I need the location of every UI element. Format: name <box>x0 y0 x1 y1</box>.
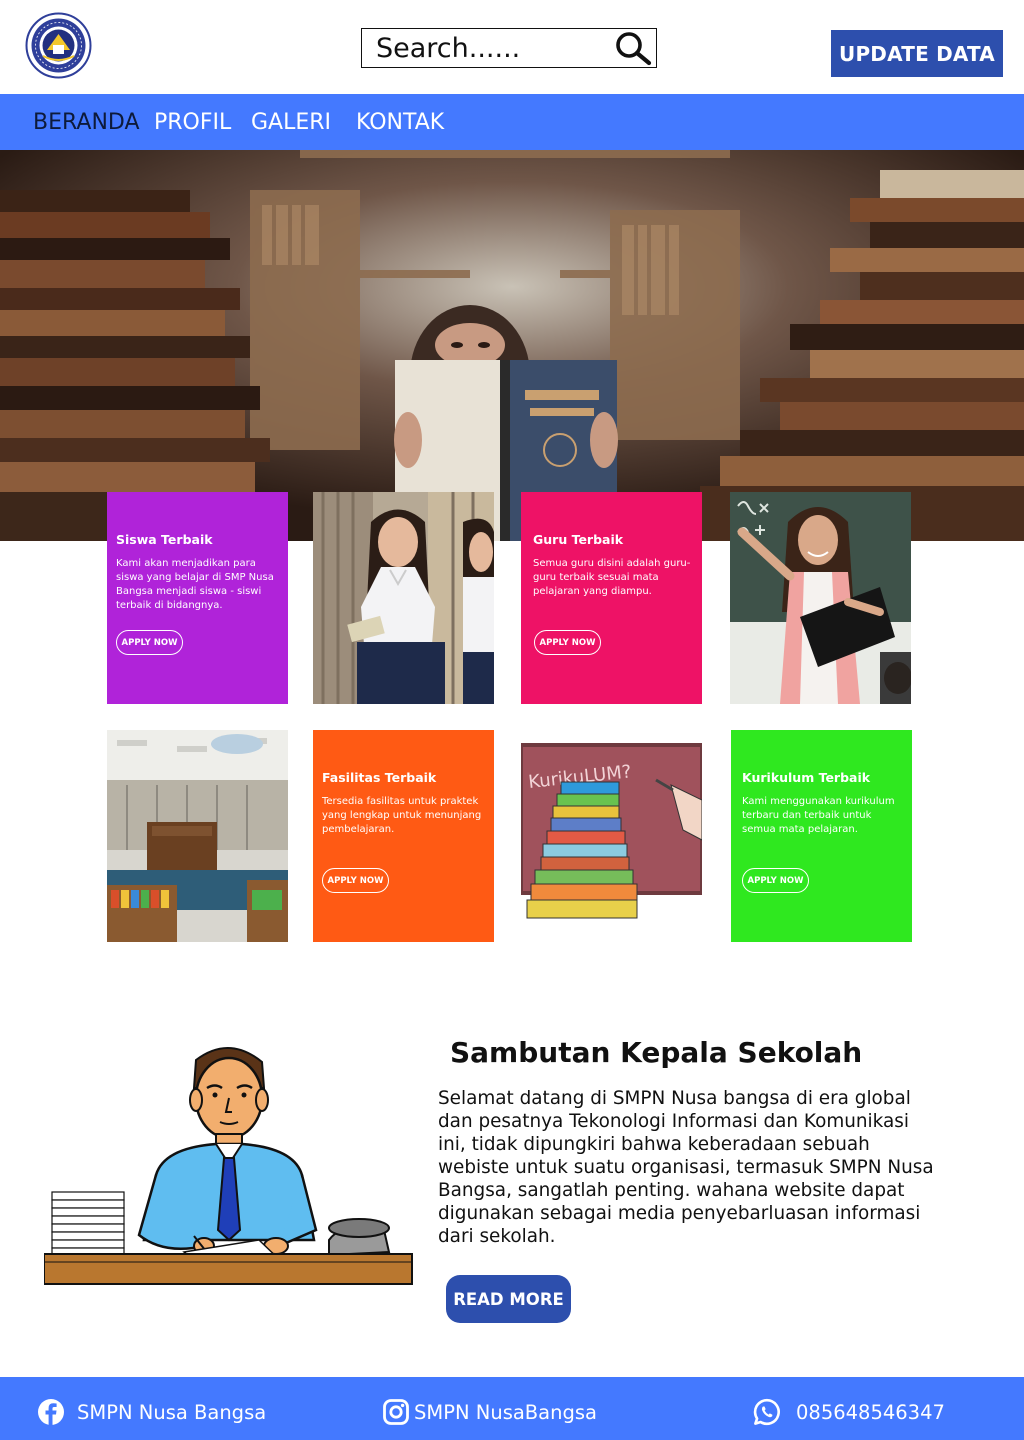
card-description: Kami menggunakan kurikulum terbaru dan t… <box>742 796 895 835</box>
instagram-icon[interactable] <box>382 1398 410 1426</box>
card-description: Semua guru disini adalah guru-guru terba… <box>533 558 691 597</box>
card-title: Kurikulum Terbaik <box>742 770 871 785</box>
principal-icon <box>43 1047 413 1285</box>
card-image-library <box>107 730 288 942</box>
card-description: Tersedia fasilitas untuk praktek yang le… <box>322 796 482 835</box>
card-image-teacher <box>730 492 911 704</box>
facebook-icon[interactable] <box>37 1398 65 1426</box>
nav-item-profil[interactable]: PROFIL <box>154 110 231 136</box>
search-input[interactable] <box>376 31 606 65</box>
card-fasilitas-terbaik: Fasilitas Terbaik Tersedia fasilitas unt… <box>313 730 494 942</box>
school-emblem-icon <box>25 12 92 79</box>
apply-now-button[interactable]: APPLY NOW <box>742 868 809 893</box>
school-logo[interactable] <box>25 12 92 79</box>
library-room-photo <box>107 730 288 942</box>
sambutan-title: Sambutan Kepala Sekolah <box>450 1036 863 1069</box>
card-title: Siswa Terbaik <box>116 532 213 547</box>
update-data-button[interactable]: UPDATE DATA <box>831 30 1003 77</box>
students-photo <box>313 492 494 704</box>
nav-item-kontak[interactable]: KONTAK <box>356 110 444 136</box>
card-image-kurikulum: KurikuLUM? <box>521 730 702 942</box>
card-kurikulum-terbaik: Kurikulum Terbaik Kami menggunakan kurik… <box>731 730 912 942</box>
search-icon[interactable] <box>614 30 652 66</box>
card-siswa-terbaik: Siswa Terbaik Kami akan menjadikan para … <box>107 492 288 704</box>
whatsapp-icon[interactable] <box>753 1398 781 1426</box>
search-box[interactable] <box>361 28 657 68</box>
library-books-hero-photo <box>0 150 1024 541</box>
kurikulum-books-illustration: KurikuLUM? <box>521 730 702 942</box>
nav-item-beranda[interactable]: BERANDA <box>33 110 140 136</box>
footer-instagram-text[interactable]: SMPN NusaBangsa <box>414 1401 597 1424</box>
read-more-button[interactable]: READ MORE <box>446 1275 571 1323</box>
teacher-photo <box>730 492 911 704</box>
card-description: Kami akan menjadikan para siswa yang bel… <box>116 558 274 611</box>
apply-now-button[interactable]: APPLY NOW <box>116 630 183 655</box>
hero-banner <box>0 150 1024 541</box>
card-image-students <box>313 492 494 704</box>
principal-illustration <box>43 1040 414 1290</box>
nav-item-galeri[interactable]: GALERI <box>251 110 331 136</box>
apply-now-button[interactable]: APPLY NOW <box>322 868 389 893</box>
sambutan-body: Selamat datang di SMPN Nusa bangsa di er… <box>438 1088 934 1247</box>
card-title: Fasilitas Terbaik <box>322 770 437 785</box>
card-title: Guru Terbaik <box>533 532 624 547</box>
apply-now-button[interactable]: APPLY NOW <box>534 630 601 655</box>
footer-facebook-text[interactable]: SMPN Nusa Bangsa <box>77 1401 266 1424</box>
footer-whatsapp-text[interactable]: 085648546347 <box>796 1401 945 1424</box>
card-guru-terbaik: Guru Terbaik Semua guru disini adalah gu… <box>521 492 702 704</box>
